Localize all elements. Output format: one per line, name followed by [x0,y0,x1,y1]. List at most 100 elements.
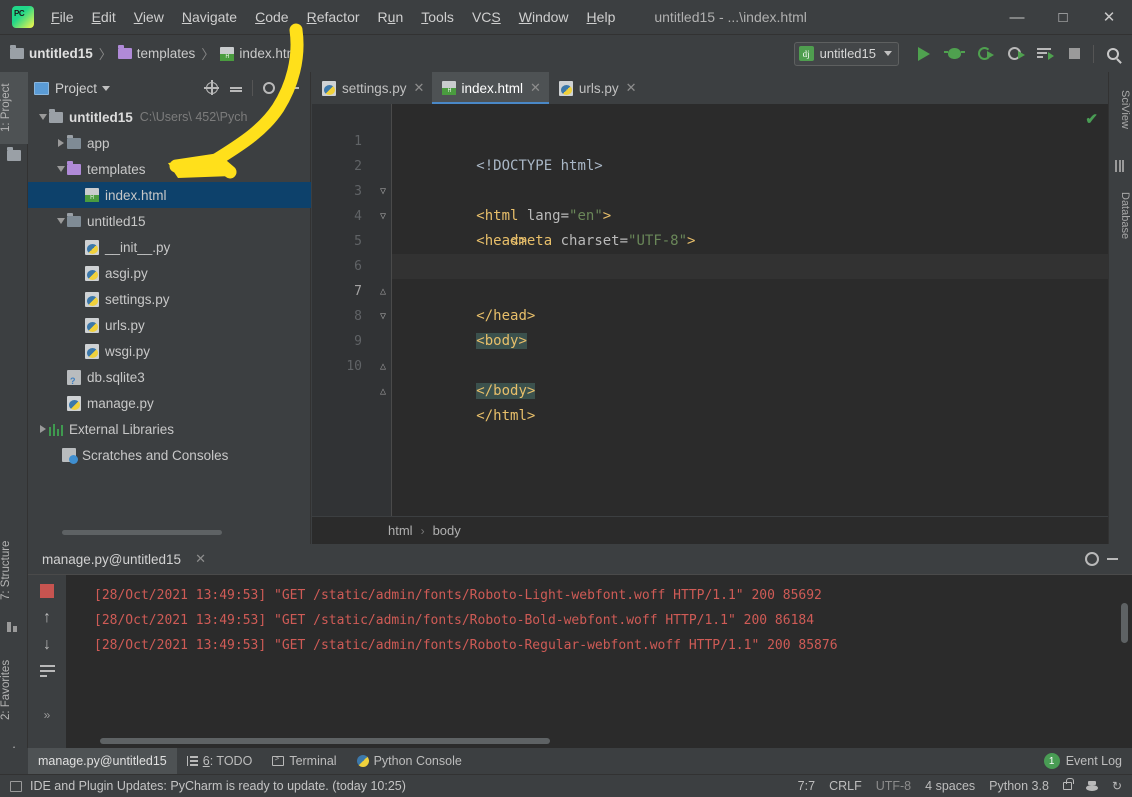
menu-vcs[interactable]: VCS [463,6,510,28]
down-arrow-icon[interactable]: ↓ [43,638,51,652]
sidebar-item-sciview[interactable]: SciView [1109,76,1131,142]
editor-breadcrumb-html[interactable]: html [388,523,413,538]
hide-run-panel-icon[interactable] [1107,558,1118,560]
twisty-right-icon[interactable] [36,425,49,433]
tree-node-manage-py[interactable]: manage.py [28,390,311,416]
hide-panel-button[interactable] [282,77,304,99]
console-horizontal-scrollbar[interactable] [100,738,550,744]
breadcrumb-item-templates[interactable]: templates [137,46,196,61]
menu-file[interactable]: File [42,6,83,28]
code-line-6: 6 △ </head> [392,229,1108,254]
notification-icon[interactable] [10,781,22,792]
panel-settings-button[interactable] [258,77,280,99]
menu-navigate[interactable]: Navigate [173,6,246,28]
tree-node-init-py[interactable]: __init__.py [28,234,311,260]
tab-settings-py[interactable]: settings.py ✕ [312,72,432,104]
tree-node-urls-py[interactable]: urls.py [28,312,311,338]
sidebar-item-favorites[interactable]: 2: Favorites [0,642,28,738]
run-tab-label[interactable]: manage.py@untitled15 [42,552,181,567]
tree-node-external-libraries[interactable]: External Libraries [28,416,311,442]
tab-urls-py[interactable]: urls.py ✕ [549,72,645,104]
coverage-button[interactable] [969,39,999,69]
tree-node-templates[interactable]: templates [28,156,311,182]
stop-button[interactable] [1059,39,1089,69]
code-content[interactable]: 1 <!DOCTYPE html> 2 ▽ <html lang="en"> 3… [392,104,1108,544]
fold-marker[interactable]: △ [378,279,388,304]
tree-node-asgi-py[interactable]: asgi.py [28,260,311,286]
tab-close-icon[interactable]: ✕ [626,80,637,96]
maximize-icon[interactable]: □ [1040,0,1086,34]
status-message[interactable]: IDE and Plugin Updates: PyCharm is ready… [30,779,406,793]
run-with-console-button[interactable] [1029,39,1059,69]
menu-code[interactable]: Code [246,6,297,28]
up-arrow-icon[interactable]: ↑ [43,611,51,625]
run-tab-close-icon[interactable]: ✕ [195,551,206,567]
project-horizontal-scrollbar[interactable] [62,530,222,535]
inspector-hat-icon[interactable] [1086,781,1098,792]
lock-icon[interactable] [1063,782,1072,790]
profile-button[interactable] [999,39,1029,69]
collapse-all-button[interactable] [225,77,247,99]
sidebar-item-database[interactable]: Database [1109,180,1131,252]
bottom-tab-python-console[interactable]: Python Console [347,748,472,774]
menu-view[interactable]: View [125,6,173,28]
sidebar-item-structure[interactable]: 7: Structure [0,527,28,613]
tree-node-wsgi-py[interactable]: wsgi.py [28,338,311,364]
twisty-right-icon[interactable] [54,139,67,147]
breadcrumb-item-file[interactable]: index.html [239,46,301,61]
soft-wrap-icon[interactable] [40,665,55,677]
event-log-label[interactable]: Event Log [1066,754,1122,768]
tree-node-db-sqlite3[interactable]: db.sqlite3 [28,364,311,390]
fold-marker[interactable]: ▽ [378,204,388,229]
file-encoding[interactable]: UTF-8 [876,779,911,793]
caret-position[interactable]: 7:7 [798,779,815,793]
tab-close-icon[interactable]: ✕ [414,80,425,96]
python-interpreter[interactable]: Python 3.8 [989,779,1049,793]
twisty-down-icon[interactable] [54,218,67,224]
fold-marker[interactable]: △ [378,354,388,379]
tab-index-html[interactable]: index.html ✕ [432,72,548,104]
bottom-tab-terminal[interactable]: Terminal [262,748,346,774]
tree-node-scratches[interactable]: Scratches and Consoles [28,442,311,468]
indent-setting[interactable]: 4 spaces [925,779,975,793]
console-vertical-scrollbar[interactable] [1121,603,1128,643]
bottom-tab-todo[interactable]: 6 : TODO [177,748,263,774]
gear-icon[interactable] [1085,552,1099,566]
sync-icon[interactable]: ↻ [1112,779,1122,793]
console-output[interactable]: [28/Oct/2021 13:49:53] "GET /static/admi… [66,575,1132,748]
run-button[interactable] [909,39,939,69]
tree-node-app[interactable]: app [28,130,311,156]
tree-node-untitled15-module[interactable]: untitled15 [28,208,311,234]
tree-node-settings-py[interactable]: settings.py [28,286,311,312]
bottom-tab-run[interactable]: manage.py@untitled15 [28,748,177,774]
scroll-from-source-button[interactable] [201,77,223,99]
sidebar-item-project[interactable]: 1: Project [0,72,28,144]
project-view-chevron-down-icon[interactable] [102,86,110,91]
menu-refactor[interactable]: Refactor [298,6,369,28]
menu-tools[interactable]: Tools [412,6,463,28]
stop-icon[interactable] [40,584,54,598]
debug-button[interactable] [939,39,969,69]
fold-marker[interactable]: ▽ [378,179,388,204]
menu-run[interactable]: Run [369,6,413,28]
run-configuration-selector[interactable]: dj untitled15 [794,42,899,66]
tree-node-index-html[interactable]: index.html [28,182,311,208]
twisty-down-icon[interactable] [54,166,67,172]
expand-icon[interactable]: » [44,708,51,722]
line-separator[interactable]: CRLF [829,779,862,793]
event-log-area[interactable]: 1 Event Log [1044,753,1132,769]
menu-edit[interactable]: Edit [83,6,125,28]
code-editor[interactable]: ✔ 1 <!DOCTYPE html> 2 ▽ <html lang="en">… [312,104,1108,544]
close-icon[interactable]: ✕ [1086,0,1132,34]
tree-node-untitled15-root[interactable]: untitled15 C:\Users\ 452\Pych [28,104,311,130]
fold-marker[interactable]: ▽ [378,304,388,329]
menu-window[interactable]: Window [510,6,578,28]
breadcrumb-item-project[interactable]: untitled15 [29,46,93,61]
minimize-icon[interactable]: — [994,0,1040,34]
menu-help[interactable]: Help [578,6,625,28]
fold-marker[interactable]: △ [378,379,388,404]
twisty-down-icon[interactable] [36,114,49,120]
search-everywhere-button[interactable] [1098,39,1128,69]
tab-close-icon[interactable]: ✕ [530,80,541,96]
editor-breadcrumb-body[interactable]: body [433,523,461,538]
